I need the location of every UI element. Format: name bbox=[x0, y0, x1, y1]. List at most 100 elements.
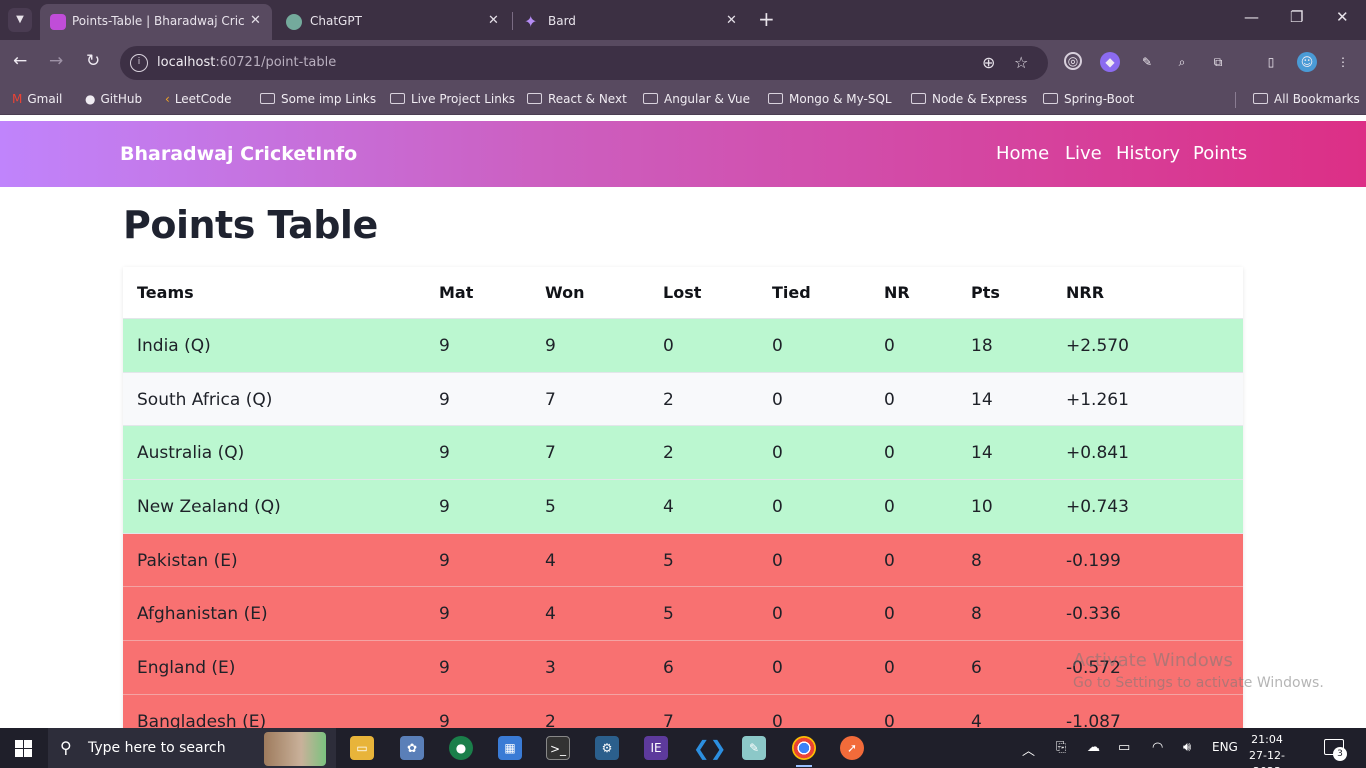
nav-link-home[interactable]: Home bbox=[996, 143, 1049, 164]
column-header-nrr: NRR bbox=[1066, 283, 1105, 302]
tied-cell: 0 bbox=[772, 497, 783, 518]
language-indicator[interactable]: ENG bbox=[1212, 740, 1238, 754]
no-result-cell: 0 bbox=[884, 604, 895, 625]
eyedropper-icon[interactable]: ✎ bbox=[1137, 52, 1157, 72]
search-placeholder: Type here to search bbox=[88, 740, 226, 756]
tab-chatgpt[interactable]: ChatGPT ✕ bbox=[276, 4, 508, 40]
chrome-icon[interactable] bbox=[792, 736, 816, 767]
zoom-icon[interactable]: ⊕ bbox=[982, 53, 995, 72]
taskbar-search-box[interactable]: ⚲ Type here to search bbox=[48, 728, 336, 768]
all-bookmarks-button[interactable]: All Bookmarks bbox=[1253, 92, 1360, 106]
extensions-puzzle-icon[interactable]: ⧉ bbox=[1208, 52, 1228, 72]
bookmark-github[interactable]: ● GitHub bbox=[85, 92, 142, 106]
table-row: Bangladesh (E) 9 2 7 0 0 4 -1.087 bbox=[123, 694, 1243, 728]
close-icon[interactable]: ✕ bbox=[726, 13, 737, 28]
page-title: Points Table bbox=[123, 203, 378, 247]
bookmark-folder-node-express[interactable]: Node & Express bbox=[911, 92, 1027, 106]
close-icon[interactable]: ✕ bbox=[250, 13, 261, 28]
bookmark-label: Spring-Boot bbox=[1064, 92, 1135, 106]
reload-icon[interactable]: ↻ bbox=[86, 51, 100, 71]
activate-windows-watermark: Activate Windows Go to Settings to activ… bbox=[1073, 650, 1324, 691]
extension-gem-icon[interactable]: ◆ bbox=[1100, 52, 1120, 72]
profile-avatar[interactable]: ☺ bbox=[1297, 52, 1317, 72]
site-brand[interactable]: Bharadwaj CricketInfo bbox=[120, 143, 357, 165]
bookmark-folder-react-next[interactable]: React & Next bbox=[527, 92, 627, 106]
bookmark-folder-spring-boot[interactable]: Spring-Boot bbox=[1043, 92, 1134, 106]
mysql-workbench-icon[interactable]: ⚙ bbox=[595, 736, 619, 760]
nav-link-live[interactable]: Live bbox=[1065, 143, 1102, 164]
tied-cell: 0 bbox=[772, 711, 783, 728]
taskbar-clock[interactable]: 21:04 27-12-2023 bbox=[1238, 732, 1296, 768]
lost-cell: 5 bbox=[663, 550, 674, 571]
show-hidden-icons-chevron[interactable]: ︿ bbox=[1022, 740, 1035, 759]
folder-icon bbox=[768, 93, 783, 104]
wifi-icon[interactable]: ◠ bbox=[1152, 740, 1163, 755]
column-header-lost: Lost bbox=[663, 283, 702, 302]
close-icon[interactable]: ✕ bbox=[488, 13, 499, 28]
postman-icon[interactable]: ➚ bbox=[840, 736, 864, 760]
browser-toolbar: ← → ↻ i localhost:60721/point-table ⊕ ☆ … bbox=[0, 40, 1366, 85]
bookmark-star-icon[interactable]: ☆ bbox=[1014, 53, 1028, 72]
back-icon[interactable]: ← bbox=[13, 51, 27, 71]
bookmark-gmail[interactable]: M Gmail bbox=[12, 92, 62, 106]
notepad-icon[interactable]: ✎ bbox=[742, 736, 766, 760]
bookmark-label: React & Next bbox=[548, 92, 627, 106]
bookmark-label: All Bookmarks bbox=[1274, 92, 1360, 106]
watermark-subtitle: Go to Settings to activate Windows. bbox=[1073, 675, 1324, 691]
table-row: Pakistan (E) 9 4 5 0 0 8 -0.199 bbox=[123, 533, 1243, 588]
team-name: Australia (Q) bbox=[137, 443, 245, 464]
vscode-icon[interactable]: ❮❯ bbox=[693, 736, 727, 760]
address-url[interactable]: localhost:60721/point-table bbox=[157, 55, 336, 70]
tab-search-menu-button[interactable]: ▼ bbox=[8, 8, 32, 32]
file-explorer-icon[interactable]: ▭ bbox=[350, 736, 374, 760]
bookmark-folder-mongo-mysql[interactable]: Mongo & My-SQL bbox=[768, 92, 892, 106]
forward-icon[interactable]: → bbox=[49, 51, 63, 71]
table-row: South Africa (Q) 9 7 2 0 0 14 +1.261 bbox=[123, 372, 1243, 427]
volume-icon[interactable]: 🔊︎ bbox=[1183, 740, 1191, 755]
tab-title: ChatGPT bbox=[310, 14, 362, 28]
mongodb-compass-icon[interactable]: ● bbox=[449, 736, 473, 760]
tab-title: Points-Table | Bharadwaj Cricket bbox=[72, 14, 244, 28]
address-bar[interactable]: i localhost:60721/point-table ⊕ ☆ bbox=[120, 46, 1048, 80]
meet-now-icon[interactable]: ⎘ bbox=[1056, 740, 1066, 755]
onedrive-icon[interactable]: ☁ bbox=[1087, 740, 1100, 755]
site-info-icon[interactable]: i bbox=[130, 54, 148, 72]
tab-points-table[interactable]: Points-Table | Bharadwaj Cricket ✕ bbox=[40, 4, 272, 40]
points-cell: 14 bbox=[971, 443, 993, 464]
tab-bard[interactable]: ✦ Bard ✕ bbox=[514, 4, 746, 40]
folder-icon bbox=[527, 93, 542, 104]
matches-cell: 9 bbox=[439, 443, 450, 464]
bookmark-folder-live-project-links[interactable]: Live Project Links bbox=[390, 92, 515, 106]
extension-scan-icon[interactable]: ⌕ bbox=[1172, 52, 1192, 72]
intellij-idea-icon[interactable]: IE bbox=[644, 736, 668, 760]
folder-icon bbox=[260, 93, 275, 104]
extension-target-icon[interactable]: ◎ bbox=[1064, 52, 1082, 70]
restore-icon[interactable]: ❐ bbox=[1290, 8, 1303, 26]
bookmarks-bar: M Gmail ● GitHub ‹ LeetCode Some imp Links … bbox=[0, 85, 1366, 115]
window-close-icon[interactable]: ✕ bbox=[1336, 8, 1349, 26]
nrr-cell: -0.199 bbox=[1066, 550, 1121, 571]
microsoft-store-icon[interactable]: ▦ bbox=[498, 736, 522, 760]
nav-link-points[interactable]: Points bbox=[1193, 143, 1247, 164]
lost-cell: 4 bbox=[663, 497, 674, 518]
paint-app-icon[interactable]: ✿ bbox=[400, 736, 424, 760]
site-navbar: Bharadwaj CricketInfo Home Live History … bbox=[0, 121, 1366, 187]
points-cell: 8 bbox=[971, 604, 982, 625]
table-header-row: Teams Mat Won Lost Tied NR Pts NRR bbox=[123, 267, 1243, 319]
battery-icon[interactable]: ▭ bbox=[1118, 740, 1130, 755]
bookmark-folder-angular-vue[interactable]: Angular & Vue bbox=[643, 92, 750, 106]
side-panel-icon[interactable]: ▯ bbox=[1261, 52, 1281, 72]
windows-start-icon[interactable] bbox=[15, 740, 32, 757]
won-cell: 4 bbox=[545, 550, 556, 571]
nav-link-history[interactable]: History bbox=[1116, 143, 1180, 164]
lost-cell: 6 bbox=[663, 658, 674, 679]
new-tab-button[interactable]: + bbox=[758, 9, 775, 29]
bookmark-folder-some-imp-links[interactable]: Some imp Links bbox=[260, 92, 376, 106]
terminal-icon[interactable]: >_ bbox=[546, 736, 570, 760]
browser-menu-icon[interactable]: ⋮ bbox=[1333, 52, 1353, 72]
matches-cell: 9 bbox=[439, 604, 450, 625]
leetcode-icon: ‹ bbox=[165, 92, 170, 106]
points-cell: 10 bbox=[971, 497, 993, 518]
bookmark-leetcode[interactable]: ‹ LeetCode bbox=[165, 92, 231, 106]
minimize-icon[interactable]: — bbox=[1244, 8, 1259, 26]
